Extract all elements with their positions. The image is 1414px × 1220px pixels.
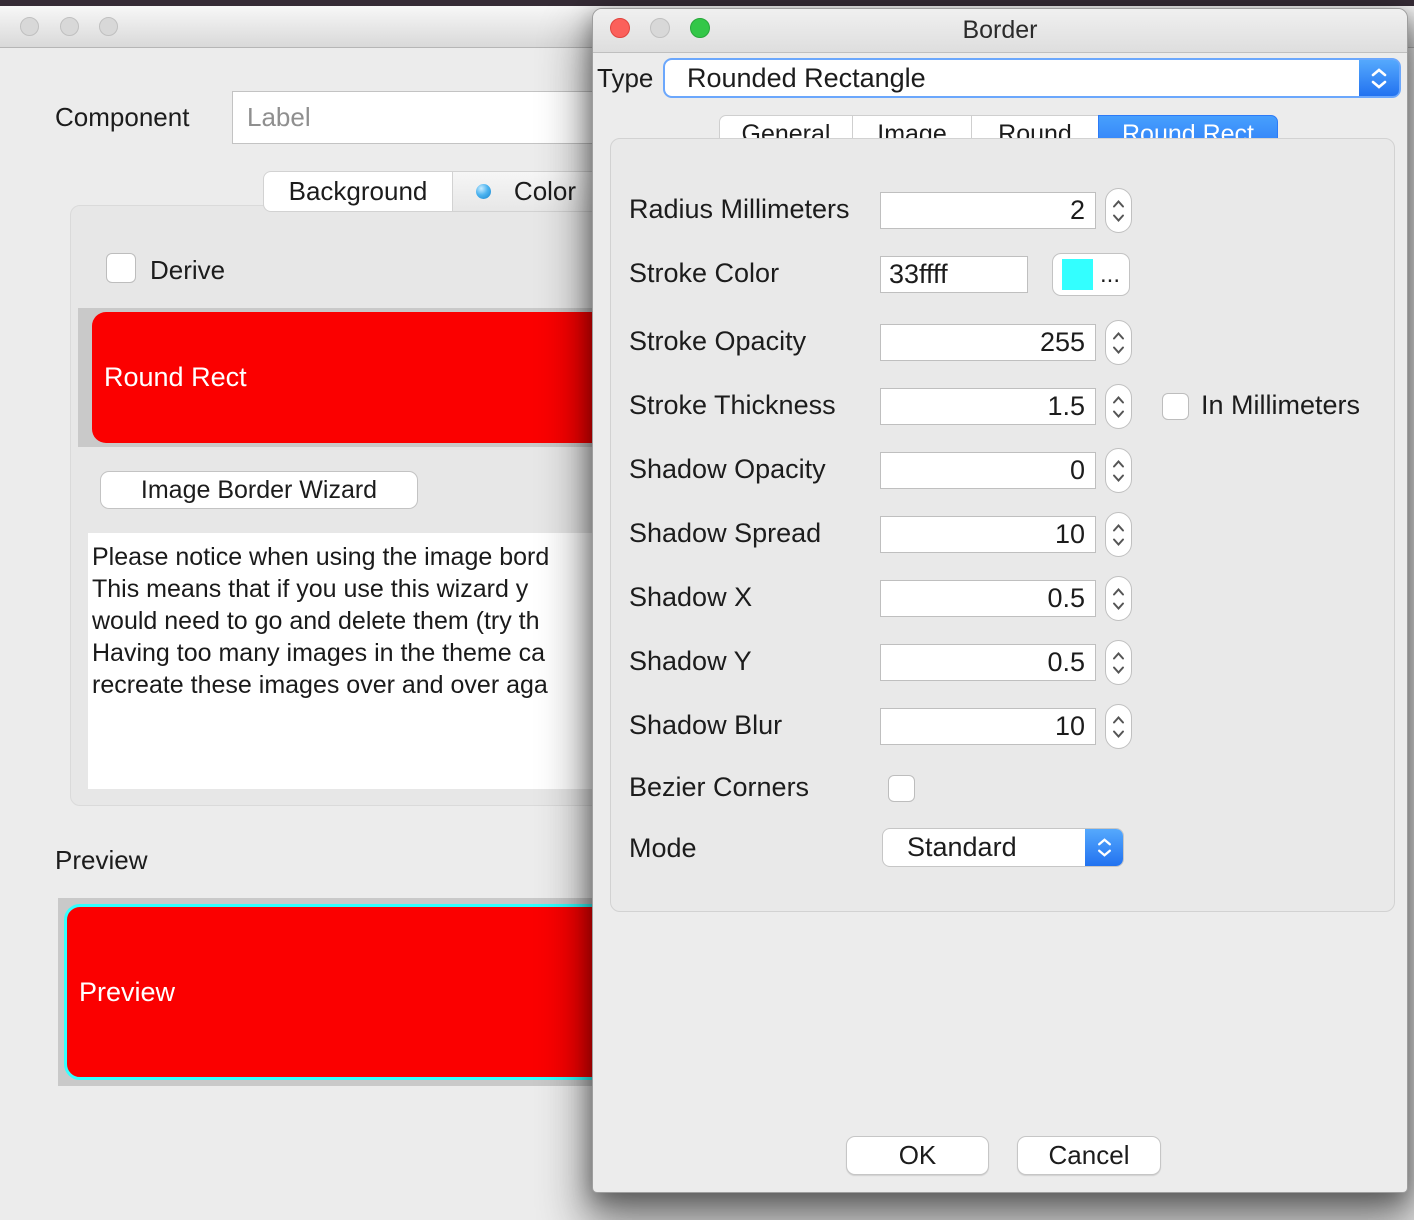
mode-select-arrows-icon xyxy=(1085,829,1123,866)
zoom-dialog-button[interactable] xyxy=(690,18,710,38)
mode-select[interactable]: Standard xyxy=(882,828,1124,867)
border-dialog: Border Type Rounded Rectangle General Im… xyxy=(592,8,1408,1193)
derive-checkbox[interactable] xyxy=(106,253,136,283)
preview-sample-label: Preview xyxy=(67,977,175,1008)
mode-select-value: Standard xyxy=(883,832,1085,863)
stepper-down-icon xyxy=(1112,730,1125,738)
preview-section-label: Preview xyxy=(55,845,147,876)
stroke-color-label: Stroke Color xyxy=(629,258,779,289)
shadow-spread-stepper[interactable] xyxy=(1105,512,1132,557)
stepper-down-icon xyxy=(1112,666,1125,674)
dialog-title: Border xyxy=(593,9,1407,52)
round-rect-settings-panel: Radius Millimeters Stroke Color ... Stro… xyxy=(610,138,1395,912)
stepper-up-icon xyxy=(1112,396,1125,404)
shadow-spread-input[interactable] xyxy=(880,516,1096,553)
close-dialog-button[interactable] xyxy=(610,18,630,38)
stepper-up-icon xyxy=(1112,716,1125,724)
bezier-corners-label: Bezier Corners xyxy=(629,772,809,803)
shadow-blur-label: Shadow Blur xyxy=(629,710,782,741)
type-select-arrows-icon xyxy=(1359,60,1399,96)
mode-label: Mode xyxy=(629,833,697,864)
color-ball-icon xyxy=(476,184,491,199)
type-select[interactable]: Rounded Rectangle xyxy=(663,58,1401,98)
stroke-thickness-stepper[interactable] xyxy=(1105,384,1132,429)
stroke-color-ellipsis-label: ... xyxy=(1100,261,1120,289)
stepper-down-icon xyxy=(1112,410,1125,418)
stepper-up-icon xyxy=(1112,524,1125,532)
radius-millimeters-label: Radius Millimeters xyxy=(629,194,850,225)
shadow-opacity-input[interactable] xyxy=(880,452,1096,489)
shadow-blur-stepper[interactable] xyxy=(1105,704,1132,749)
derive-label: Derive xyxy=(150,255,225,286)
minimize-window-button[interactable] xyxy=(60,17,79,36)
type-select-value: Rounded Rectangle xyxy=(665,63,1359,94)
shadow-opacity-stepper[interactable] xyxy=(1105,448,1132,493)
type-label: Type xyxy=(597,63,653,94)
stroke-opacity-stepper[interactable] xyxy=(1105,320,1132,365)
stroke-opacity-label: Stroke Opacity xyxy=(629,326,806,357)
radius-millimeters-stepper[interactable] xyxy=(1105,188,1132,233)
stepper-up-icon xyxy=(1112,652,1125,660)
ok-button-label: OK xyxy=(899,1140,937,1171)
tab-color-label: Color xyxy=(514,176,576,207)
chevron-down-icon xyxy=(1097,849,1112,857)
stepper-up-icon xyxy=(1112,332,1125,340)
radius-millimeters-input[interactable] xyxy=(880,192,1096,229)
tab-background[interactable]: Background xyxy=(263,171,453,212)
tab-color[interactable]: Color xyxy=(452,171,600,212)
shadow-spread-label: Shadow Spread xyxy=(629,518,821,549)
minimize-dialog-button[interactable] xyxy=(650,18,670,38)
shadow-x-label: Shadow X xyxy=(629,582,752,613)
image-border-wizard-button[interactable]: Image Border Wizard xyxy=(100,471,418,509)
component-label: Component xyxy=(55,102,189,133)
round-rect-sample-label: Round Rect xyxy=(92,362,247,393)
tab-background-label: Background xyxy=(289,176,428,207)
stepper-down-icon xyxy=(1112,602,1125,610)
shadow-opacity-label: Shadow Opacity xyxy=(629,454,826,485)
shadow-y-stepper[interactable] xyxy=(1105,640,1132,685)
stepper-down-icon xyxy=(1112,346,1125,354)
chevron-down-icon xyxy=(1371,80,1387,89)
desktop-strip xyxy=(0,0,1414,6)
shadow-x-input[interactable] xyxy=(880,580,1096,617)
close-window-button[interactable] xyxy=(20,17,39,36)
shadow-blur-input[interactable] xyxy=(880,708,1096,745)
shadow-x-stepper[interactable] xyxy=(1105,576,1132,621)
stepper-up-icon xyxy=(1112,588,1125,596)
zoom-window-button[interactable] xyxy=(99,17,118,36)
stepper-down-icon xyxy=(1112,538,1125,546)
in-millimeters-label: In Millimeters xyxy=(1201,390,1360,421)
stroke-thickness-label: Stroke Thickness xyxy=(629,390,836,421)
stroke-color-swatch xyxy=(1062,259,1093,290)
shadow-y-input[interactable] xyxy=(880,644,1096,681)
cancel-button-label: Cancel xyxy=(1049,1140,1130,1171)
stroke-color-picker-button[interactable]: ... xyxy=(1052,253,1130,296)
chevron-up-icon xyxy=(1097,838,1112,846)
stroke-opacity-input[interactable] xyxy=(880,324,1096,361)
stepper-up-icon xyxy=(1112,200,1125,208)
image-border-wizard-label: Image Border Wizard xyxy=(141,476,377,505)
ok-button[interactable]: OK xyxy=(846,1136,989,1175)
stepper-up-icon xyxy=(1112,460,1125,468)
border-dialog-titlebar[interactable]: Border xyxy=(593,9,1407,53)
shadow-y-label: Shadow Y xyxy=(629,646,752,677)
in-millimeters-checkbox[interactable] xyxy=(1162,393,1189,420)
chevron-up-icon xyxy=(1371,68,1387,77)
bezier-corners-checkbox[interactable] xyxy=(888,775,915,802)
stepper-down-icon xyxy=(1112,214,1125,222)
stepper-down-icon xyxy=(1112,474,1125,482)
stroke-thickness-input[interactable] xyxy=(880,388,1096,425)
cancel-button[interactable]: Cancel xyxy=(1017,1136,1161,1175)
component-input[interactable] xyxy=(232,91,593,144)
stroke-color-input[interactable] xyxy=(880,256,1028,293)
